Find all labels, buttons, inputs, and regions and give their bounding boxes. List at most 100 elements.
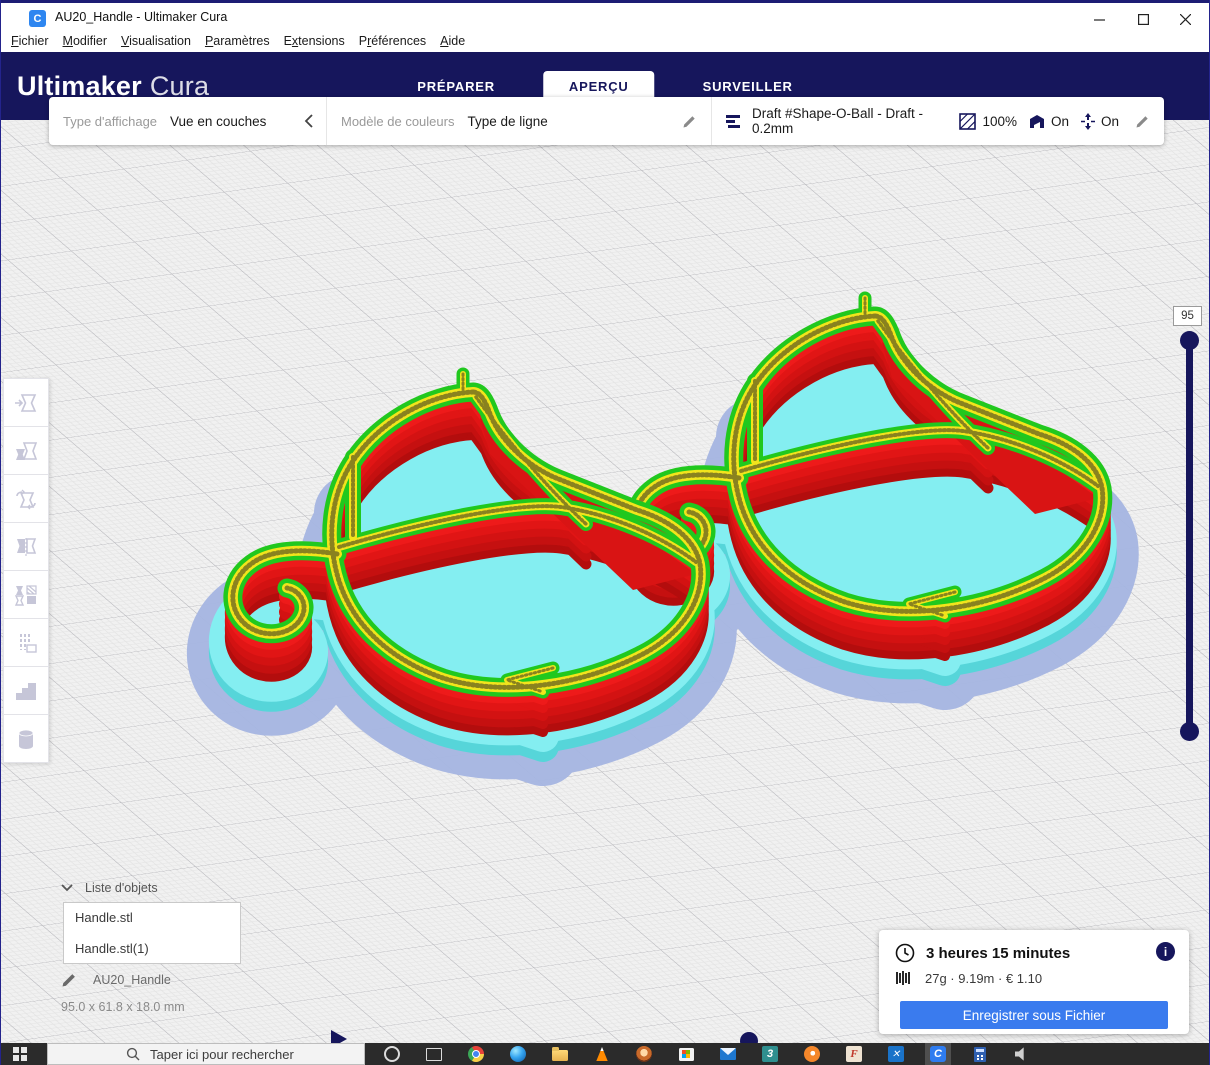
cylinder-icon <box>18 729 34 749</box>
cylinder-tool-button[interactable] <box>3 714 49 763</box>
mirror-tool-button[interactable] <box>3 522 49 571</box>
windows-taskbar: 3 F C <box>1 1043 1209 1065</box>
mail-icon <box>720 1048 736 1060</box>
store-icon <box>678 1047 694 1061</box>
menu-parametres[interactable]: Paramètres <box>198 32 277 50</box>
edge-icon <box>510 1046 526 1062</box>
game-avatar-icon <box>636 1046 652 1062</box>
freecad-icon: F <box>846 1046 862 1062</box>
3ds-max-button[interactable]: 3 <box>757 1043 783 1065</box>
object-list-item[interactable]: Handle.stl(1) <box>75 941 229 956</box>
blender-button[interactable] <box>799 1043 825 1065</box>
model-dimensions: 95.0 x 61.8 x 18.0 mm <box>61 1000 185 1014</box>
stage-settings-bar: Type d'affichage Vue en couches Modèle d… <box>49 97 1164 145</box>
menu-preferences[interactable]: Préférences <box>352 32 433 50</box>
object-list-toggle[interactable]: Liste d'objets <box>61 881 158 895</box>
cura-app-icon: C <box>29 10 46 27</box>
cura-window: C AU20_Handle - Ultimaker Cura Fichier M… <box>0 0 1210 1065</box>
infill-icon <box>959 112 977 130</box>
chrome-icon <box>468 1046 484 1062</box>
task-view-button[interactable] <box>421 1043 447 1065</box>
chevron-left-icon <box>304 114 314 128</box>
object-list-label: Liste d'objets <box>85 881 158 895</box>
blender-icon <box>804 1046 820 1062</box>
support-blocker-icon <box>20 633 37 653</box>
color-scheme-selector[interactable]: Modèle de couleurs Type de ligne <box>326 97 711 145</box>
clock-icon <box>895 943 915 963</box>
support-value: On <box>1050 113 1069 129</box>
edge-button[interactable] <box>505 1043 531 1065</box>
layer-number-value: 95 <box>1173 306 1202 326</box>
menubar: Fichier Modifier Visualisation Paramètre… <box>1 30 1209 52</box>
maximize-button[interactable] <box>1121 6 1165 32</box>
mail-button[interactable] <box>715 1043 741 1065</box>
edit-settings-pencil-icon[interactable] <box>1135 114 1150 129</box>
sharex-button[interactable] <box>883 1043 909 1065</box>
3ds-max-icon: 3 <box>762 1046 778 1062</box>
menu-modifier[interactable]: Modifier <box>56 32 114 50</box>
printer-config-text: Draft #Shape-O-Ball - Draft - 0.2mm <box>752 106 924 136</box>
volume-mixer-button[interactable] <box>1009 1043 1035 1065</box>
microsoft-store-button[interactable] <box>673 1043 699 1065</box>
folder-icon <box>552 1047 568 1061</box>
rename-pencil-icon[interactable] <box>61 972 77 988</box>
menu-fichier[interactable]: Fichier <box>4 32 56 50</box>
support-blocker-button[interactable] <box>3 618 49 667</box>
layer-slider-bottom-handle[interactable] <box>1180 722 1199 741</box>
layer-slider-track[interactable] <box>1186 338 1193 734</box>
move-icon <box>15 393 37 412</box>
material-spool-icon <box>896 971 910 985</box>
color-scheme-value: Type de ligne <box>467 113 548 129</box>
vlc-cone-icon <box>596 1047 608 1061</box>
move-tool-button[interactable] <box>3 378 49 427</box>
titlebar: C AU20_Handle - Ultimaker Cura <box>1 0 1209 30</box>
search-input[interactable] <box>148 1045 342 1063</box>
print-settings-summary[interactable]: Draft #Shape-O-Ball - Draft - 0.2mm 100%… <box>711 97 1164 145</box>
menu-visualisation[interactable]: Visualisation <box>114 32 198 50</box>
edit-pencil-icon[interactable] <box>682 114 697 129</box>
chrome-button[interactable] <box>463 1043 489 1065</box>
tool-panel <box>3 378 49 763</box>
stairs-tool-button[interactable] <box>3 666 49 715</box>
cortana-search-button[interactable] <box>379 1043 405 1065</box>
freecad-button[interactable]: F <box>841 1043 867 1065</box>
adhesion-value: On <box>1100 113 1119 129</box>
material-cost-estimate: 27g · 9.19m · € 1.10 <box>925 970 1043 986</box>
cortana-icon <box>384 1046 400 1062</box>
cura-taskbar-button[interactable]: C <box>925 1043 951 1065</box>
print-time-estimate: 3 heures 15 minutes <box>926 944 1071 962</box>
display-type-label: Type d'affichage <box>63 113 158 129</box>
scale-icon <box>16 441 38 460</box>
sharex-icon <box>888 1046 904 1062</box>
per-model-settings-button[interactable] <box>3 570 49 619</box>
project-name-row: AU20_Handle <box>61 972 171 988</box>
menu-extensions[interactable]: Extensions <box>277 32 352 50</box>
per-model-settings-icon <box>14 584 37 606</box>
project-name: AU20_Handle <box>93 973 171 987</box>
vlc-button[interactable] <box>589 1043 615 1065</box>
taskbar-search[interactable] <box>47 1043 365 1065</box>
minimize-icon <box>1093 18 1105 21</box>
rotate-tool-button[interactable] <box>3 474 49 523</box>
menu-aide[interactable]: Aide <box>433 32 472 50</box>
stairs-icon <box>16 682 36 700</box>
info-icon[interactable]: i <box>1156 942 1175 961</box>
close-button[interactable] <box>1163 6 1207 32</box>
calculator-button[interactable] <box>967 1043 993 1065</box>
file-explorer-button[interactable] <box>547 1043 573 1065</box>
start-button[interactable] <box>1 1043 47 1065</box>
display-type-selector[interactable]: Type d'affichage Vue en couches <box>49 97 326 145</box>
object-list: Handle.stl Handle.stl(1) <box>63 902 241 964</box>
scale-tool-button[interactable] <box>3 426 49 475</box>
calculator-icon <box>974 1046 986 1062</box>
game-launcher-button[interactable] <box>631 1043 657 1065</box>
save-to-file-button[interactable]: Enregistrer sous Fichier <box>900 1001 1168 1029</box>
chevron-down-icon <box>61 884 73 892</box>
print-summary-card: 3 heures 15 minutes i 27g · 9.19m · € 1.… <box>879 930 1189 1034</box>
infill-value: 100% <box>982 113 1017 129</box>
adhesion-icon <box>1080 112 1095 130</box>
layer-slider-top-handle[interactable] <box>1180 331 1199 350</box>
rotate-icon <box>16 489 36 509</box>
object-list-item[interactable]: Handle.stl <box>75 910 229 925</box>
minimize-button[interactable] <box>1077 6 1121 32</box>
